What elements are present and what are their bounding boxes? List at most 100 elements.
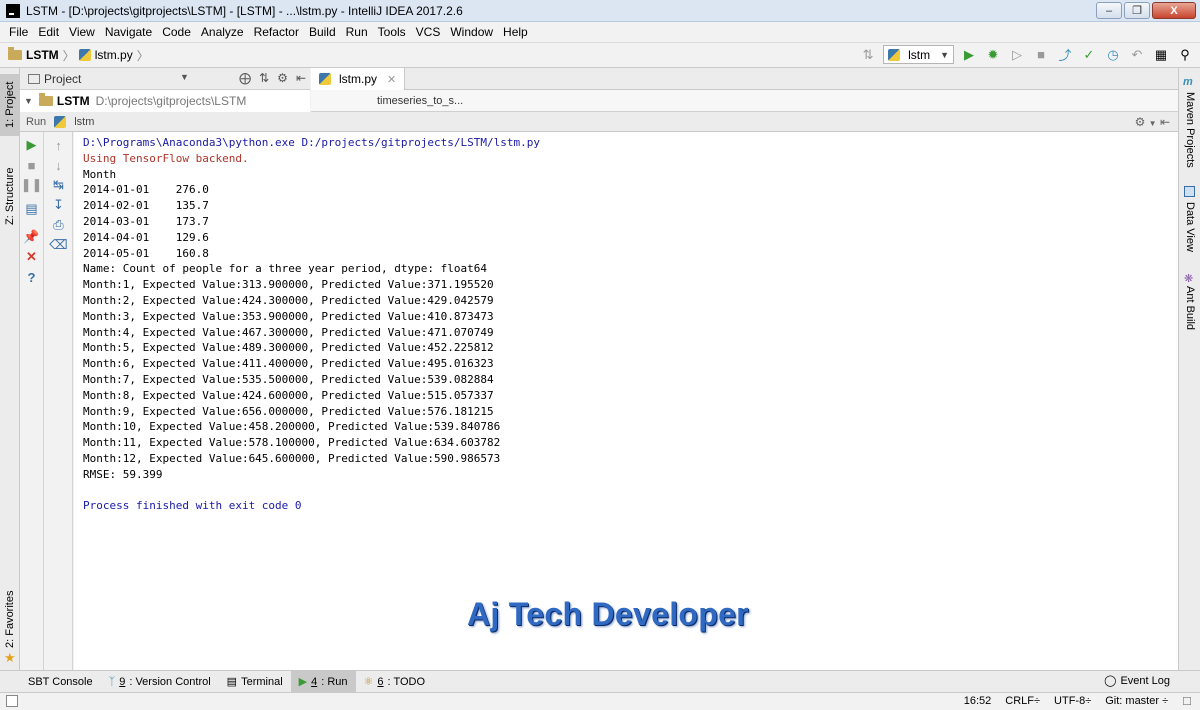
scroll-to-end-icon[interactable]: ↧ [45,196,72,214]
help-icon[interactable]: ? [20,268,43,286]
tab-todo[interactable]: ⚛ 6: TODO [356,671,434,693]
tab-sbt-console[interactable]: SBT Console [20,671,101,693]
arrow-up-icon[interactable]: ↑ [45,136,72,154]
pause-icon[interactable]: ❚❚ [20,176,43,194]
python-file-icon [888,48,901,61]
event-log-button[interactable]: ◯ Event Log [1104,674,1170,688]
console-line: Month [83,167,117,181]
menu-edit[interactable]: Edit [33,25,64,39]
menu-bar: File Edit View Navigate Code Analyze Ref… [0,22,1200,42]
menu-code[interactable]: Code [157,25,196,39]
run-icon: ▶ [298,676,308,688]
menu-view[interactable]: View [64,25,100,39]
console-line: Month:3, Expected Value:353.900000, Pred… [83,309,494,323]
tab-lstm-py[interactable]: lstm.py ✕ [311,68,406,90]
menu-file[interactable]: File [4,25,33,39]
status-bar: 16:52 CRLF÷ UTF-8÷ Git: master ÷ ☐ [0,692,1200,710]
line-separator[interactable]: CRLF÷ [1005,695,1040,708]
event-log-label: Event Log [1120,674,1170,687]
menu-run[interactable]: Run [341,25,373,39]
breadcrumb-project-label: LSTM [26,48,59,62]
stop-icon[interactable]: ■ [1032,46,1050,64]
gear-icon[interactable]: ⚙ [1135,115,1146,129]
run-panel-config: lstm [74,115,95,128]
menu-help[interactable]: Help [498,25,533,39]
console-line: Month:2, Expected Value:424.300000, Pred… [83,293,494,307]
close-icon[interactable]: ✕ [20,248,43,266]
tab-ant-build[interactable]: Ant Build [1180,286,1200,336]
tab-data-view[interactable]: Data View [1180,202,1200,262]
intellij-logo-icon [6,3,20,18]
git-branch[interactable]: Git: master ÷ [1105,695,1168,708]
rerun-icon[interactable]: ▶ [20,136,43,154]
soft-wrap-icon[interactable]: ↹ [45,176,72,194]
run-panel-tab[interactable]: lstm [54,115,95,128]
maven-icon: m [1183,76,1193,88]
tab-structure[interactable]: Z: Structure [0,156,20,236]
minimize-button[interactable]: – [1096,2,1122,19]
tool-windows-icon[interactable] [6,695,18,707]
project-tree-root[interactable]: ▼ LSTM D:\projects\gitprojects\LSTM [20,90,310,112]
menu-navigate[interactable]: Navigate [100,25,157,39]
tab-run[interactable]: ▶ 4: Run [290,670,356,693]
tab-terminal[interactable]: ▤ Terminal [219,671,291,693]
version-control-number: 9 [119,675,126,688]
caret-position[interactable]: 16:52 [964,695,992,708]
menu-build[interactable]: Build [304,25,341,39]
breadcrumb-project[interactable]: LSTM [8,47,59,62]
project-structure-icon[interactable]: ▦ [1152,46,1170,64]
chevron-down-icon[interactable]: ▼ [1149,119,1157,128]
project-panel-title[interactable]: Project [44,72,81,86]
collapse-icon[interactable]: ⇅ [259,71,269,85]
menu-tools[interactable]: Tools [373,25,411,39]
pin-tab-icon[interactable]: 📌 [20,228,43,246]
sort-icon[interactable]: ⇅ [859,46,877,64]
console-output[interactable]: D:\Programs\Anaconda3\python.exe D:/proj… [74,132,1178,670]
vcs-update-icon[interactable]: ⤴ [1056,46,1074,64]
locate-icon[interactable]: ⨁ [239,71,251,85]
chevron-down-icon[interactable]: ▼ [180,72,189,82]
revert-icon[interactable]: ↶ [1128,46,1146,64]
menu-analyze[interactable]: Analyze [196,25,249,39]
todo-number: 6 [377,675,384,688]
lock-icon[interactable]: ☐ [1182,695,1192,708]
run-with-coverage-icon[interactable]: ▷ [1008,46,1026,64]
arrow-down-icon[interactable]: ↓ [45,156,72,174]
hide-icon[interactable]: ⇤ [296,71,306,85]
tab-project[interactable]: 1: Project [0,74,20,136]
tab-maven-projects[interactable]: Maven Projects [1180,92,1200,172]
run-config-select[interactable]: lstm ▼ [883,45,954,64]
dump-threads-icon[interactable]: ▤ [20,200,43,218]
console-line: Month:5, Expected Value:489.300000, Pred… [83,341,494,355]
vcs-history-icon[interactable]: ◷ [1104,46,1122,64]
menu-vcs[interactable]: VCS [411,25,446,39]
run-icon[interactable]: ▶ [960,46,978,64]
close-tab-icon[interactable]: ✕ [387,73,396,86]
tab-version-control[interactable]: ᛉ 9: Version Control [101,671,219,693]
console-line: Month:6, Expected Value:411.400000, Pred… [83,357,494,371]
tab-favorites[interactable]: 2: Favorites [0,588,20,650]
menu-refactor[interactable]: Refactor [249,25,304,39]
stop-icon[interactable]: ■ [20,156,43,174]
chevron-down-icon[interactable]: ▼ [24,96,33,106]
print-icon[interactable]: ⎙ [45,216,72,234]
event-log-icon: ◯ [1104,675,1117,687]
debug-icon[interactable]: ✹ [984,46,1002,64]
maximize-button[interactable]: ❐ [1124,2,1150,19]
todo-label: : TODO [387,675,426,688]
function-breadcrumb[interactable]: timeseries_to_s... [377,95,463,107]
file-encoding[interactable]: UTF-8÷ [1054,695,1091,708]
console-line: Month:8, Expected Value:424.600000, Pred… [83,388,494,402]
vcs-commit-icon[interactable]: ✓ [1080,46,1098,64]
trash-icon[interactable]: ⌫ [45,236,72,254]
breadcrumb-file[interactable]: lstm.py [78,48,133,62]
console-line: Month:11, Expected Value:578.100000, Pre… [83,436,501,450]
close-button[interactable]: X [1152,2,1196,19]
menu-window[interactable]: Window [445,25,498,39]
hide-icon[interactable]: ⇤ [1160,115,1170,129]
gear-icon[interactable]: ⚙ [277,71,288,85]
watermark-text: Aj Tech Developer [467,596,749,632]
search-everywhere-icon[interactable]: ⚲ [1176,46,1194,64]
run-tab-number: 4 [311,675,318,688]
